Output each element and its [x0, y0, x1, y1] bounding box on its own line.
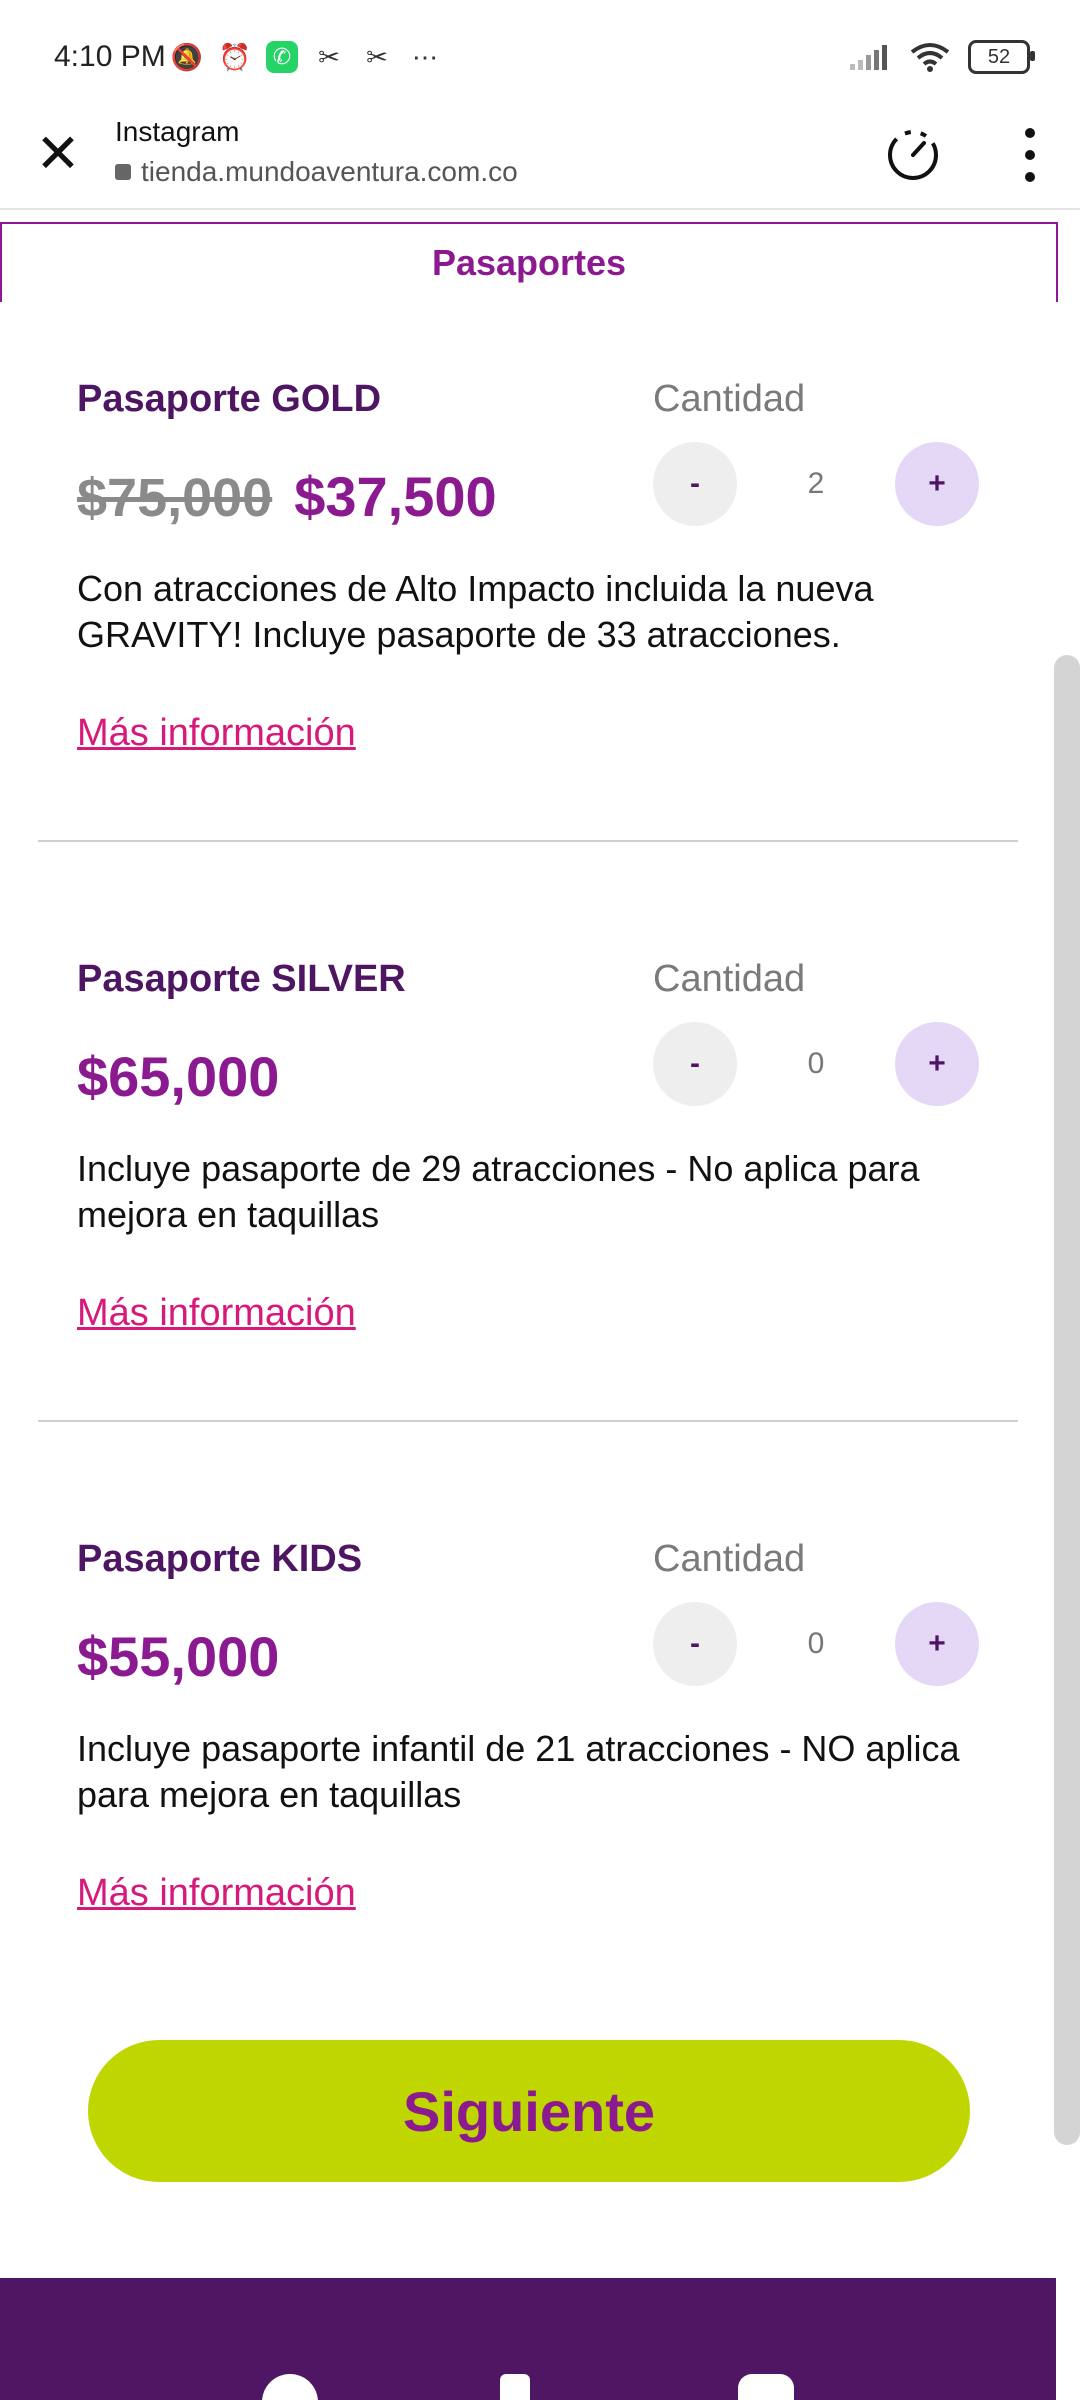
- quantity-label: Cantidad: [653, 1538, 806, 1580]
- product-description: Con atracciones de Alto Impacto incluida…: [77, 568, 874, 655]
- quantity-label: Cantidad: [653, 378, 806, 420]
- whatsapp-icon: ✆: [266, 41, 298, 73]
- decrement-button[interactable]: -: [653, 1022, 737, 1106]
- speedometer-icon[interactable]: [886, 128, 940, 182]
- quantity-stepper: - 0 +: [653, 1022, 979, 1106]
- footer: [0, 2278, 1056, 2400]
- tab-pasaportes[interactable]: Pasaportes: [0, 222, 1058, 302]
- divider: [38, 840, 1018, 842]
- product-name: Pasaporte KIDS: [77, 1538, 363, 1580]
- product-description: Incluye pasaporte de 29 atracciones - No…: [77, 1148, 920, 1235]
- capcut-icon-2: ✂: [366, 41, 388, 72]
- price: $37,500: [294, 465, 497, 528]
- in-app-browser-header: ✕ Instagram tienda.mundoaventura.com.co: [0, 108, 1080, 210]
- more-info-link[interactable]: Más información: [77, 1872, 356, 1915]
- instagram-icon[interactable]: [738, 2374, 794, 2400]
- status-bar: 4:10 PM 🔕 ⏰ ✆ ✂ ✂ ⋯ 52: [0, 0, 1080, 120]
- url-text: tienda.mundoaventura.com.co: [141, 156, 518, 187]
- bell-muted-icon: 🔕: [170, 41, 204, 72]
- more-notifications-icon: ⋯: [412, 41, 438, 72]
- quantity-stepper: - 0 +: [653, 1602, 979, 1686]
- lock-icon: [115, 164, 131, 180]
- close-icon[interactable]: ✕: [30, 126, 86, 182]
- decrement-button[interactable]: -: [653, 1602, 737, 1686]
- scrollbar[interactable]: [1054, 655, 1080, 2145]
- capcut-icon: ✂: [318, 41, 340, 72]
- signal-icon: [850, 45, 887, 70]
- url-display: tienda.mundoaventura.com.co: [115, 156, 518, 188]
- facebook-icon[interactable]: [500, 2374, 530, 2400]
- product-description: Incluye pasaporte infantil de 21 atracci…: [77, 1728, 960, 1815]
- old-price: $75,000: [77, 468, 273, 528]
- more-options-icon[interactable]: [1020, 128, 1040, 182]
- browser-title-block: Instagram tienda.mundoaventura.com.co: [115, 116, 518, 188]
- product-name: Pasaporte GOLD: [77, 378, 382, 420]
- price: $65,000: [77, 1045, 280, 1108]
- quantity-label: Cantidad: [653, 958, 806, 1000]
- more-info-link[interactable]: Más información: [77, 1292, 356, 1335]
- battery-icon: 52: [968, 40, 1035, 74]
- quantity-value: 2: [807, 467, 825, 500]
- status-time: 4:10 PM: [54, 40, 166, 73]
- next-button-label: Siguiente: [402, 2079, 656, 2143]
- increment-button[interactable]: +: [895, 1602, 979, 1686]
- price-row: $75,000 $37,500: [77, 464, 497, 529]
- price-row: $55,000: [77, 1624, 279, 1689]
- product-name: Pasaporte SILVER: [77, 958, 406, 1000]
- quantity-value: 0: [807, 1627, 825, 1660]
- increment-button[interactable]: +: [895, 442, 979, 526]
- increment-button[interactable]: +: [895, 1022, 979, 1106]
- quantity-stepper: - 2 +: [653, 442, 979, 526]
- price: $55,000: [77, 1625, 280, 1688]
- decrement-button[interactable]: -: [653, 442, 737, 526]
- system-icons: 52: [848, 40, 1035, 74]
- more-info-link[interactable]: Más información: [77, 712, 356, 755]
- price-row: $65,000: [77, 1044, 279, 1109]
- next-button[interactable]: Siguiente: [88, 2040, 970, 2182]
- notification-icons: 🔕 ⏰ ✆ ✂ ✂ ⋯: [170, 40, 442, 74]
- quantity-value: 0: [807, 1047, 825, 1080]
- wifi-icon: [910, 43, 950, 72]
- whatsapp-footer-icon[interactable]: [262, 2374, 318, 2400]
- alarm-icon: ⏰: [218, 41, 252, 72]
- tab-label: Pasaportes: [431, 242, 627, 283]
- app-title: Instagram: [115, 116, 240, 147]
- divider: [38, 1420, 1018, 1422]
